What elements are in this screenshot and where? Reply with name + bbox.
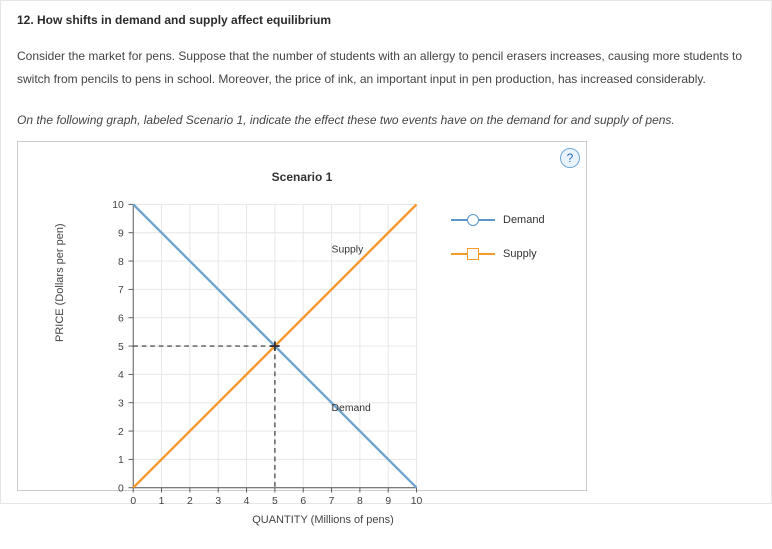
svg-text:8: 8 <box>118 256 124 267</box>
svg-text:0: 0 <box>118 483 124 494</box>
svg-text:1: 1 <box>159 495 165 506</box>
legend-demand-draggable[interactable]: Demand <box>451 214 551 226</box>
svg-text:7: 7 <box>329 495 335 506</box>
svg-text:7: 7 <box>118 285 124 296</box>
circle-icon <box>451 219 495 221</box>
svg-text:9: 9 <box>385 495 391 506</box>
svg-text:2: 2 <box>187 495 193 506</box>
svg-text:Demand: Demand <box>332 403 371 414</box>
chart-title: Scenario 1 <box>272 170 333 184</box>
question-body: Consider the market for pens. Suppose th… <box>17 45 755 91</box>
svg-text:6: 6 <box>118 313 124 324</box>
question-title: 12. How shifts in demand and supply affe… <box>17 13 755 27</box>
svg-text:6: 6 <box>300 495 306 506</box>
help-button[interactable]: ? <box>560 148 580 168</box>
svg-text:0: 0 <box>130 495 136 506</box>
svg-text:10: 10 <box>411 495 423 506</box>
legend-demand-label: Demand <box>503 214 545 226</box>
legend-supply-draggable[interactable]: Supply <box>451 248 551 260</box>
svg-text:5: 5 <box>272 495 278 506</box>
svg-text:4: 4 <box>118 370 124 381</box>
y-axis-label: PRICE (Dollars per pen) <box>54 223 66 342</box>
svg-text:5: 5 <box>118 341 124 352</box>
legend: Demand Supply <box>451 214 551 282</box>
legend-supply-label: Supply <box>503 248 537 260</box>
x-axis-label: QUANTITY (Millions of pens) <box>223 514 423 526</box>
svg-text:Supply: Supply <box>332 244 365 255</box>
svg-text:9: 9 <box>118 228 124 239</box>
chart-plot-area[interactable]: 012345678910012345678910DemandSupply QUA… <box>103 194 403 494</box>
svg-text:1: 1 <box>118 455 124 466</box>
graph-panel: ? Scenario 1 PRICE (Dollars per pen) 0 1 2… <box>17 141 587 491</box>
svg-text:8: 8 <box>357 495 363 506</box>
svg-text:4: 4 <box>244 495 250 506</box>
svg-text:2: 2 <box>118 426 124 437</box>
question-instruction: On the following graph, labeled Scenario… <box>17 113 755 127</box>
svg-text:3: 3 <box>215 495 221 506</box>
svg-text:10: 10 <box>112 200 124 211</box>
square-icon <box>451 253 495 255</box>
svg-text:3: 3 <box>118 398 124 409</box>
